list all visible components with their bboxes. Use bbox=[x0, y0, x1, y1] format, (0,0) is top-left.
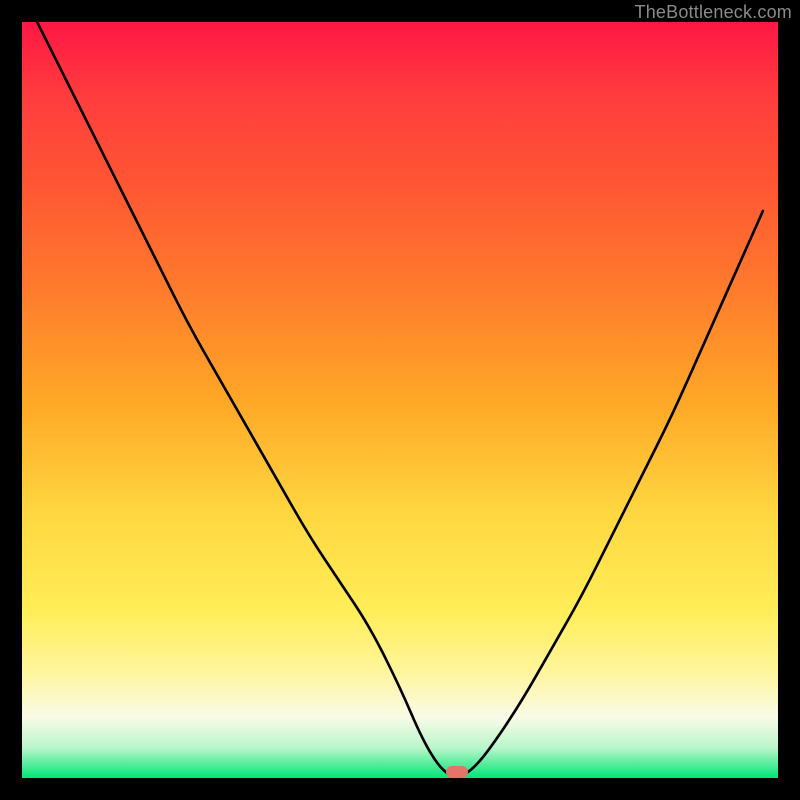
bottleneck-curve bbox=[22, 22, 778, 778]
chart-frame: TheBottleneck.com bbox=[0, 0, 800, 800]
plot-area bbox=[22, 22, 778, 778]
watermark-text: TheBottleneck.com bbox=[635, 2, 792, 23]
optimal-marker bbox=[446, 766, 468, 778]
